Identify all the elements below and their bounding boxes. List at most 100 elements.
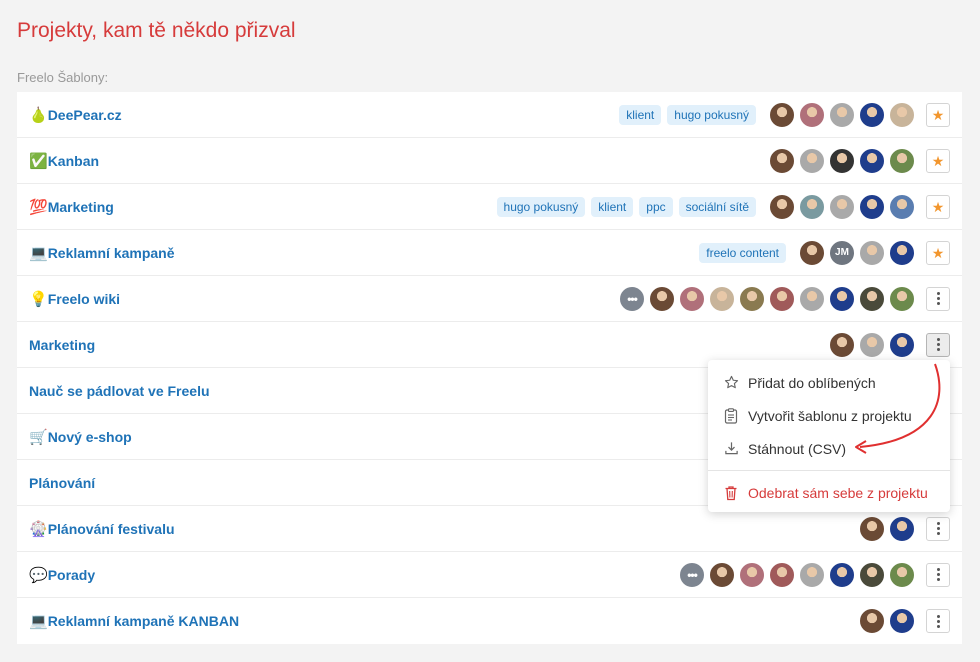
- avatar: [768, 192, 796, 221]
- avatar: [888, 514, 916, 543]
- more-actions-button[interactable]: [926, 516, 950, 541]
- project-row-meta: hugo pokusný klient ppc sociální sítě ★: [491, 192, 950, 221]
- project-row: ✅ Kanban ★: [17, 138, 962, 184]
- project-link[interactable]: 🎡 Plánování festivalu: [29, 520, 175, 538]
- project-emoji-icon: 🎡: [29, 520, 48, 538]
- more-members-icon[interactable]: •••: [678, 560, 706, 589]
- avatar: [768, 560, 796, 589]
- more-actions-button[interactable]: [926, 286, 950, 311]
- project-link[interactable]: 💬 Porady: [29, 566, 95, 584]
- kebab-menu-icon: [936, 338, 940, 351]
- project-name: Kanban: [47, 152, 100, 169]
- project-emoji-icon: 🛒: [29, 428, 48, 446]
- star-icon: ★: [931, 152, 945, 169]
- favorite-button[interactable]: ★: [926, 102, 950, 127]
- project-row: 💯 Marketing hugo pokusný klient ppc sociální …: [17, 184, 962, 230]
- avatar: [858, 192, 886, 221]
- avatar: [798, 100, 826, 129]
- tag-badge[interactable]: hugo pokusný: [496, 196, 586, 217]
- tag-badge[interactable]: freelo content: [699, 242, 786, 263]
- star-outline-icon: [722, 375, 740, 390]
- tag-badge[interactable]: ppc: [639, 196, 673, 217]
- project-emoji-icon: 🍐: [29, 106, 48, 124]
- avatar: [738, 560, 766, 589]
- avatar: [888, 192, 916, 221]
- menu-item-label: Přidat do oblíbených: [748, 374, 876, 391]
- tag-list: hugo pokusný klient ppc sociální sítě: [491, 196, 756, 217]
- menu-item-label: Odebrat sám sebe z projektu: [748, 484, 928, 501]
- favorite-button[interactable]: ★: [926, 194, 950, 219]
- favorite-button[interactable]: ★: [926, 148, 950, 173]
- member-avatars: •••: [616, 284, 916, 313]
- avatar: [798, 146, 826, 175]
- avatar: [738, 284, 766, 313]
- project-row-meta: •••: [676, 560, 950, 589]
- tag-badge[interactable]: klient: [591, 196, 634, 217]
- project-name: Nový e-shop: [47, 428, 132, 445]
- project-link[interactable]: ✅ Kanban: [29, 152, 99, 170]
- project-row-meta: ★: [766, 146, 950, 175]
- project-name: Reklamní kampaně KANBAN: [47, 613, 240, 629]
- menu-item-add-favorite[interactable]: Přidat do oblíbených: [708, 366, 950, 399]
- tag-badge[interactable]: klient: [619, 104, 662, 125]
- project-name: Reklamní kampaně: [47, 244, 175, 261]
- avatar: [828, 284, 856, 313]
- member-avatars: JM: [796, 238, 916, 267]
- project-link[interactable]: 🛒 Nový e-shop: [29, 428, 132, 446]
- project-name: Plánování festivalu: [47, 520, 175, 537]
- project-link[interactable]: Nauč se pádlovat ve Freelu: [29, 383, 210, 399]
- avatar: [888, 146, 916, 175]
- member-avatars: [766, 100, 916, 129]
- avatar: [888, 100, 916, 129]
- avatar: [858, 560, 886, 589]
- avatar: [858, 100, 886, 129]
- project-row-meta: [826, 330, 950, 359]
- member-avatars: [856, 607, 916, 635]
- member-avatars: [766, 192, 916, 221]
- project-name: Marketing: [47, 198, 114, 215]
- project-link[interactable]: Plánování: [29, 475, 95, 491]
- menu-divider: [708, 470, 950, 471]
- kebab-menu-icon: [936, 614, 940, 628]
- avatar: [858, 238, 886, 267]
- avatar: [888, 330, 916, 359]
- avatar: [828, 560, 856, 589]
- more-members-icon[interactable]: •••: [618, 284, 646, 313]
- star-icon: ★: [931, 106, 945, 123]
- project-link[interactable]: 💡 Freelo wiki: [29, 290, 120, 308]
- project-link[interactable]: 💻 Reklamní kampaně KANBAN: [29, 612, 239, 630]
- project-link[interactable]: 💯 Marketing: [29, 198, 114, 216]
- tag-badge[interactable]: sociální sítě: [678, 196, 756, 217]
- avatar: [768, 284, 796, 313]
- project-link[interactable]: 💻 Reklamní kampaně: [29, 244, 175, 262]
- avatar: [858, 284, 886, 313]
- more-actions-button[interactable]: [926, 562, 950, 587]
- project-link[interactable]: Marketing: [29, 337, 95, 353]
- menu-item-create-template[interactable]: Vytvořit šablonu z projektu: [708, 399, 950, 432]
- project-row: 🍐 DeePear.cz klient hugo pokusný ★: [17, 92, 962, 138]
- menu-item-download-csv[interactable]: Stáhnout (CSV): [708, 432, 950, 465]
- project-name: Nauč se pádlovat ve Freelu: [29, 382, 210, 399]
- avatar: [888, 560, 916, 589]
- project-link[interactable]: 🍐 DeePear.cz: [29, 106, 122, 124]
- member-avatars: [856, 514, 916, 543]
- project-row-meta: klient hugo pokusný ★: [613, 100, 950, 129]
- favorite-button[interactable]: ★: [926, 240, 950, 265]
- menu-item-remove-self[interactable]: Odebrat sám sebe z projektu: [708, 476, 950, 509]
- avatar: [828, 146, 856, 175]
- avatar: [798, 192, 826, 221]
- project-name: Plánování: [29, 474, 96, 491]
- tag-list: freelo content: [693, 242, 786, 263]
- more-actions-button[interactable]: [926, 609, 950, 633]
- avatar: [858, 330, 886, 359]
- clipboard-icon: [722, 407, 740, 424]
- project-row-meta: freelo content JM ★: [693, 238, 950, 267]
- project-row: 💬 Porady •••: [17, 552, 962, 598]
- more-actions-button[interactable]: [926, 332, 950, 357]
- context-menu: Přidat do oblíbených Vytvořit šablonu z …: [708, 360, 950, 512]
- page-title: Projekty, kam tě někdo přizval: [17, 19, 296, 42]
- project-row: 💡 Freelo wiki •••: [17, 276, 962, 322]
- kebab-menu-icon: [936, 522, 940, 535]
- star-icon: ★: [931, 244, 945, 261]
- tag-badge[interactable]: hugo pokusný: [667, 104, 756, 125]
